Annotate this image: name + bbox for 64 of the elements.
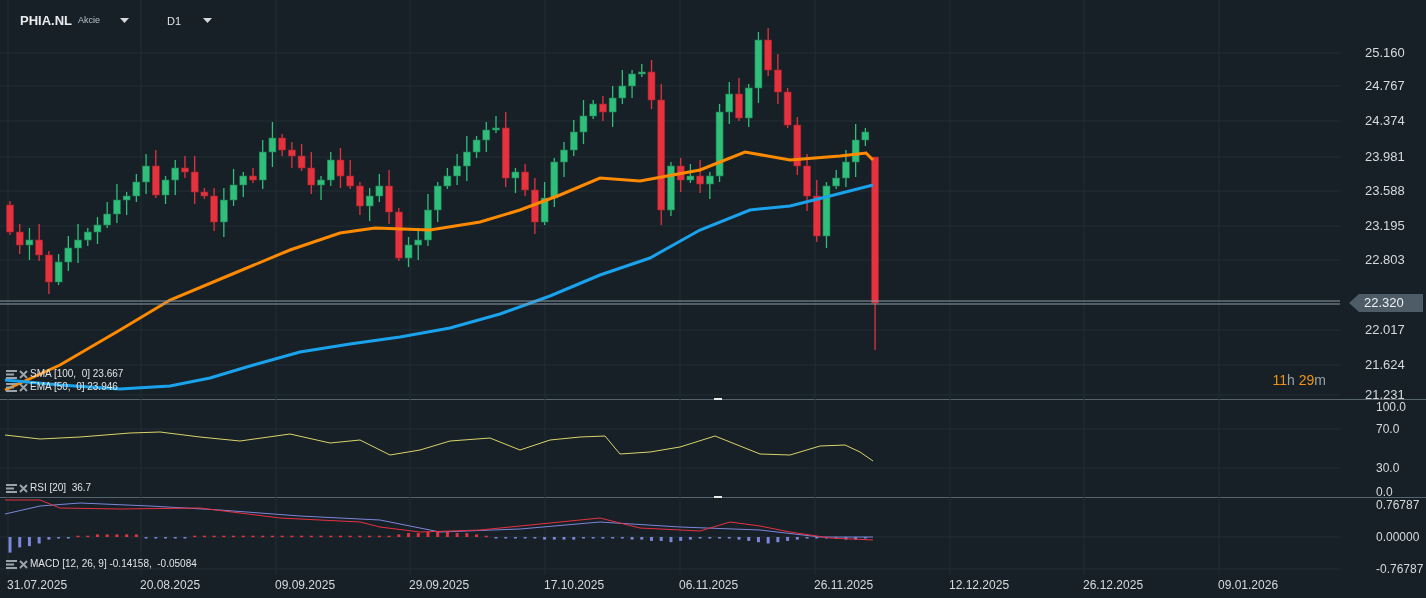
candle [550, 157, 559, 208]
indicator-legend: MACD [12, 26, 9] -0.14158, -0.05084 [30, 558, 197, 570]
close-icon[interactable] [19, 483, 28, 493]
macd-axis-label: 0.76787 [1376, 499, 1420, 511]
candle [132, 173, 141, 203]
price-axis-label: 25.160 [1365, 46, 1405, 60]
price-axis-label: 23.588 [1365, 184, 1405, 198]
countdown-hours: 11 [1272, 371, 1287, 390]
timeframe-label[interactable]: D1 [167, 12, 182, 29]
countdown-minutes: 29 [1298, 371, 1315, 390]
caret-icon[interactable] [203, 18, 213, 24]
date-axis-label: 29.09.2025 [409, 577, 470, 594]
rsi-axis-label: 70.0 [1376, 423, 1400, 435]
rsi-axis-label: 100.0 [1376, 401, 1407, 413]
price-axis-label: 24.374 [1365, 114, 1405, 128]
countdown-unit: h [1286, 371, 1295, 390]
candle [64, 235, 73, 272]
date-axis-label: 26.11.2025 [814, 577, 874, 594]
date-axis-label: 09.01.2026 [1218, 577, 1279, 594]
countdown-unit: m [1314, 371, 1326, 390]
candle [540, 181, 549, 226]
candle [812, 179, 821, 243]
price-axis-label: 21.231 [1365, 388, 1405, 402]
date-axis-label: 17.10.2025 [544, 577, 605, 594]
list-icon[interactable] [6, 559, 17, 569]
list-icon[interactable] [6, 382, 17, 392]
last-price-label: 22.320 [1349, 294, 1423, 312]
price-axis-label: 22.803 [1365, 253, 1405, 267]
date-axis-label: 31.07.2025 [7, 577, 68, 594]
candle [15, 223, 24, 255]
candle [365, 187, 374, 222]
rsi-axis-label: 30.0 [1376, 462, 1400, 474]
candle [326, 151, 335, 187]
close-icon[interactable] [19, 559, 28, 569]
candle [793, 116, 802, 176]
macd-axis-label: 0.00000 [1376, 531, 1420, 543]
close-icon[interactable] [19, 382, 28, 392]
price-axis-label: 23.195 [1365, 219, 1405, 233]
candle [783, 87, 792, 129]
candle [569, 119, 578, 157]
price-axis-label: 22.017 [1365, 323, 1405, 337]
candle [25, 227, 34, 261]
date-axis-label: 12.12.2025 [949, 577, 1010, 594]
date-axis-label: 26.12.2025 [1083, 577, 1144, 594]
symbol-name[interactable]: PHIA.NL [20, 11, 72, 31]
close-icon[interactable] [19, 369, 28, 379]
indicator-legend: RSI [20] 36.7 [30, 482, 92, 494]
date-axis-label: 20.08.2025 [140, 577, 201, 594]
date-axis-label: 06.11.2025 [679, 577, 739, 594]
candle [54, 253, 63, 286]
price-axis-label: 23.981 [1365, 150, 1405, 164]
resize-handle[interactable] [714, 496, 722, 498]
price-axis-label: 24.767 [1365, 79, 1405, 93]
resize-handle[interactable] [714, 398, 722, 400]
date-axis-label: 09.09.2025 [275, 577, 336, 594]
rsi-axis-label: 0.0 [1376, 486, 1393, 498]
caret-icon[interactable] [120, 18, 129, 24]
candle [618, 69, 627, 105]
instrument-type: Akcie [78, 14, 100, 27]
list-icon[interactable] [6, 483, 17, 493]
list-icon[interactable] [6, 369, 17, 379]
price-axis-label: 21.624 [1365, 358, 1405, 372]
candle [336, 147, 345, 189]
macd-axis-label: -0.76787 [1376, 563, 1424, 575]
